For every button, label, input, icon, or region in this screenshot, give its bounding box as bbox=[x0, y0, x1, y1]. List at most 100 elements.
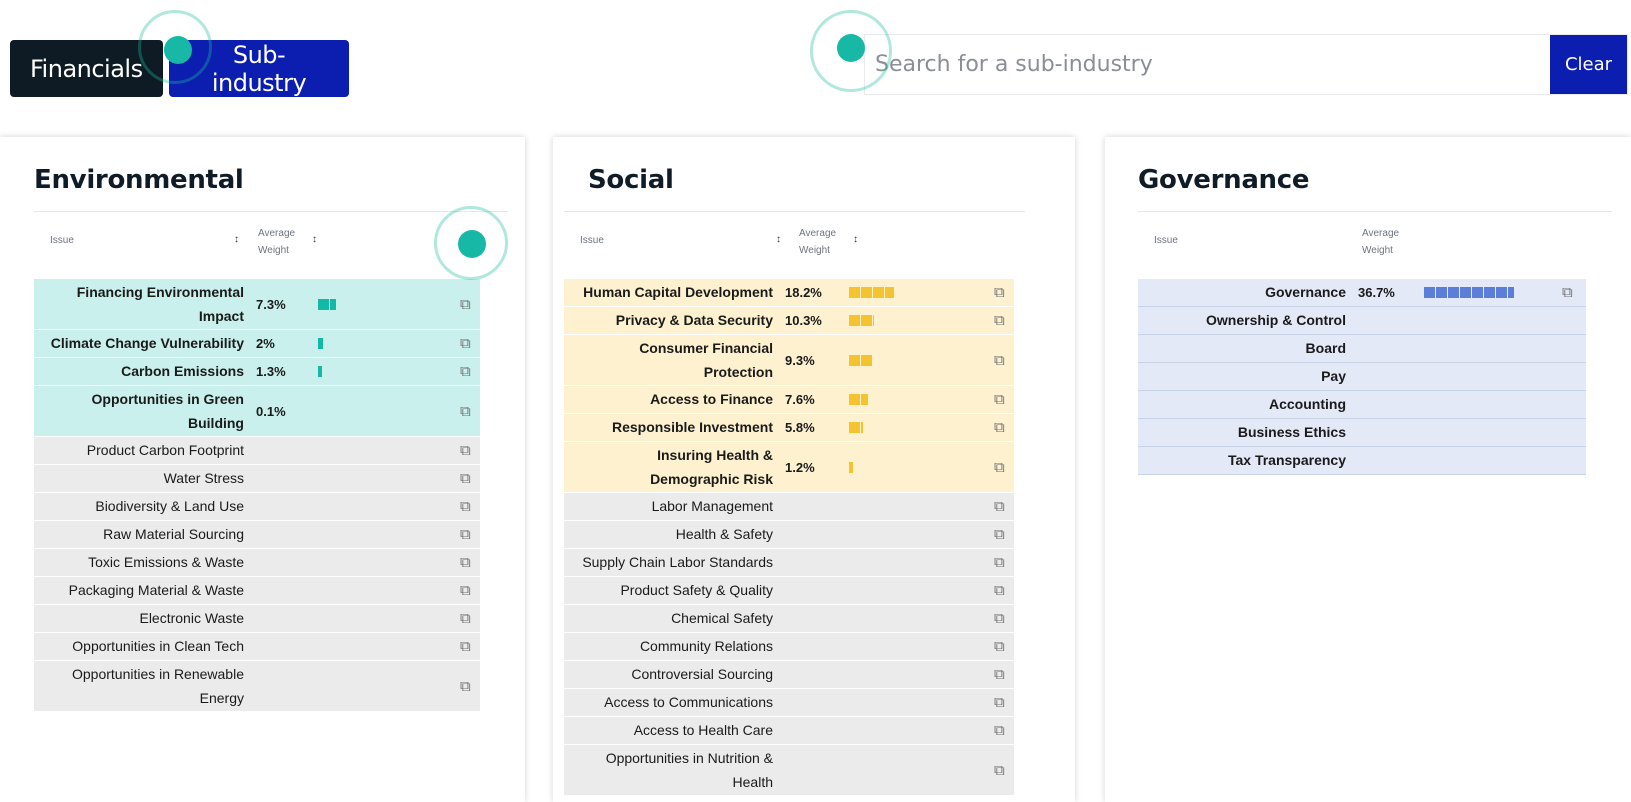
issue-row[interactable]: Health & Safety ⧉ bbox=[564, 521, 1014, 549]
issue-row[interactable]: Accounting bbox=[1138, 391, 1586, 419]
issue-row[interactable]: Water Stress ⧉ bbox=[34, 465, 480, 493]
clear-button[interactable]: Clear bbox=[1550, 35, 1627, 94]
weighted-issue-row[interactable]: Responsible Investment 5.8% ⧉ bbox=[564, 414, 1014, 442]
issue-name-line: Privacy & Data Security bbox=[615, 312, 773, 328]
external-link-icon[interactable]: ⧉ bbox=[994, 526, 1005, 543]
issue-row[interactable]: Raw Material Sourcing ⧉ bbox=[34, 521, 480, 549]
average-weight-value: 18.2% bbox=[785, 285, 822, 300]
issue-row[interactable]: Ownership & Control bbox=[1138, 307, 1586, 335]
average-weight-column-header[interactable]: Average Weight bbox=[799, 225, 836, 259]
weighted-issue-row[interactable]: Opportunities in Green Building 0.1% ⧉ bbox=[34, 386, 480, 437]
issue-row[interactable]: Supply Chain Labor Standards ⧉ bbox=[564, 549, 1014, 577]
external-link-icon[interactable]: ⧉ bbox=[994, 352, 1005, 369]
average-weight-column-header[interactable]: Average Weight bbox=[258, 225, 295, 259]
external-link-icon[interactable]: ⧉ bbox=[460, 554, 471, 571]
issue-name: Responsible Investment bbox=[564, 414, 785, 441]
weight-bar-segment bbox=[1484, 287, 1495, 298]
external-link-icon[interactable]: ⧉ bbox=[994, 459, 1005, 476]
weight-bar-segment bbox=[849, 461, 853, 473]
issue-row[interactable]: Product Carbon Footprint ⧉ bbox=[34, 437, 480, 465]
weighted-issue-row[interactable]: Privacy & Data Security 10.3% ⧉ bbox=[564, 307, 1014, 335]
weight-bar-segment bbox=[1508, 287, 1514, 298]
issue-name: Supply Chain Labor Standards bbox=[564, 549, 785, 576]
external-link-icon[interactable]: ⧉ bbox=[994, 554, 1005, 571]
issue-name-line: Electronic Waste bbox=[139, 610, 244, 626]
weighted-issue-row[interactable]: Insuring Health & Demographic Risk 1.2% ⧉ bbox=[564, 442, 1014, 493]
weighted-issue-row[interactable]: Climate Change Vulnerability 2% ⧉ bbox=[34, 330, 480, 358]
external-link-icon[interactable]: ⧉ bbox=[460, 498, 471, 515]
issue-row[interactable]: Opportunities in Renewable Energy ⧉ bbox=[34, 661, 480, 712]
sort-icon[interactable]: ↕ bbox=[312, 234, 317, 245]
weight-bar bbox=[318, 366, 322, 377]
issue-row[interactable]: Access to Communications ⧉ bbox=[564, 689, 1014, 717]
external-link-icon[interactable]: ⧉ bbox=[460, 335, 471, 352]
issue-row[interactable]: Product Safety & Quality ⧉ bbox=[564, 577, 1014, 605]
external-link-icon[interactable]: ⧉ bbox=[994, 694, 1005, 711]
issue-name: Water Stress bbox=[34, 465, 256, 492]
weighted-issue-row[interactable]: Human Capital Development 18.2% ⧉ bbox=[564, 279, 1014, 307]
issue-name-line: Toxic Emissions & Waste bbox=[88, 554, 244, 570]
issue-row[interactable]: Packaging Material & Waste ⧉ bbox=[34, 577, 480, 605]
weight-bar-segment bbox=[849, 315, 860, 326]
external-link-icon[interactable]: ⧉ bbox=[460, 678, 471, 695]
search-input[interactable] bbox=[865, 35, 1550, 94]
weighted-issue-row[interactable]: Governance 36.7% ⧉ bbox=[1138, 279, 1586, 307]
external-link-icon[interactable]: ⧉ bbox=[460, 442, 471, 459]
issue-column-header[interactable]: Issue bbox=[580, 235, 604, 246]
issue-name: Governance bbox=[1138, 279, 1358, 306]
external-link-icon[interactable]: ⧉ bbox=[994, 498, 1005, 515]
external-link-icon[interactable]: ⧉ bbox=[994, 419, 1005, 436]
issue-row[interactable]: Biodiversity & Land Use ⧉ bbox=[34, 493, 480, 521]
divider bbox=[564, 211, 1025, 212]
external-link-icon[interactable]: ⧉ bbox=[994, 638, 1005, 655]
weighted-issue-row[interactable]: Access to Finance 7.6% ⧉ bbox=[564, 386, 1014, 414]
external-link-icon[interactable]: ⧉ bbox=[994, 762, 1005, 779]
external-link-icon[interactable]: ⧉ bbox=[994, 391, 1005, 408]
issue-row[interactable]: Labor Management ⧉ bbox=[564, 493, 1014, 521]
external-link-icon[interactable]: ⧉ bbox=[994, 722, 1005, 739]
external-link-icon[interactable]: ⧉ bbox=[460, 610, 471, 627]
issue-name: Business Ethics bbox=[1138, 419, 1358, 446]
external-link-icon[interactable]: ⧉ bbox=[994, 312, 1005, 329]
sort-icon[interactable]: ↕ bbox=[234, 234, 239, 245]
issue-name: Opportunities in Green Building bbox=[34, 386, 256, 436]
sort-icon[interactable]: ↕ bbox=[776, 234, 781, 245]
external-link-icon[interactable]: ⧉ bbox=[994, 582, 1005, 599]
issue-row[interactable]: Community Relations ⧉ bbox=[564, 633, 1014, 661]
average-weight-value: 2% bbox=[256, 336, 275, 351]
weight-bar-segment bbox=[318, 298, 329, 310]
issue-row[interactable]: Tax Transparency bbox=[1138, 447, 1586, 475]
external-link-icon[interactable]: ⧉ bbox=[460, 638, 471, 655]
weight-bar-segment bbox=[1448, 287, 1459, 298]
issue-row[interactable]: Business Ethics bbox=[1138, 419, 1586, 447]
average-weight-value: 0.1% bbox=[256, 403, 286, 419]
weight-bar-segment bbox=[849, 287, 860, 298]
external-link-icon[interactable]: ⧉ bbox=[460, 582, 471, 599]
issue-row[interactable]: Board bbox=[1138, 335, 1586, 363]
issue-row[interactable]: Electronic Waste ⧉ bbox=[34, 605, 480, 633]
issue-row[interactable]: Pay bbox=[1138, 363, 1586, 391]
external-link-icon[interactable]: ⧉ bbox=[994, 666, 1005, 683]
external-link-icon[interactable]: ⧉ bbox=[460, 296, 471, 313]
issue-row[interactable]: Toxic Emissions & Waste ⧉ bbox=[34, 549, 480, 577]
issue-name-line: Labor Management bbox=[651, 498, 773, 514]
weighted-issue-row[interactable]: Consumer Financial Protection 9.3% ⧉ bbox=[564, 335, 1014, 386]
issue-name-line: Insuring Health & bbox=[657, 447, 773, 463]
external-link-icon[interactable]: ⧉ bbox=[460, 526, 471, 543]
external-link-icon[interactable]: ⧉ bbox=[1562, 284, 1573, 301]
issue-row[interactable]: Chemical Safety ⧉ bbox=[564, 605, 1014, 633]
weighted-issue-row[interactable]: Financing Environmental Impact 7.3% ⧉ bbox=[34, 279, 480, 330]
external-link-icon[interactable]: ⧉ bbox=[460, 403, 471, 420]
issue-row[interactable]: Opportunities in Clean Tech ⧉ bbox=[34, 633, 480, 661]
weighted-issue-row[interactable]: Carbon Emissions 1.3% ⧉ bbox=[34, 358, 480, 386]
issue-name: Community Relations bbox=[564, 633, 785, 660]
issue-column-header[interactable]: Issue bbox=[50, 235, 74, 246]
issue-row[interactable]: Access to Health Care ⧉ bbox=[564, 717, 1014, 745]
external-link-icon[interactable]: ⧉ bbox=[460, 363, 471, 380]
issue-row[interactable]: Controversial Sourcing ⧉ bbox=[564, 661, 1014, 689]
issue-row[interactable]: Opportunities in Nutrition & Health ⧉ bbox=[564, 745, 1014, 796]
external-link-icon[interactable]: ⧉ bbox=[994, 284, 1005, 301]
external-link-icon[interactable]: ⧉ bbox=[994, 610, 1005, 627]
sort-icon[interactable]: ↕ bbox=[853, 234, 858, 245]
external-link-icon[interactable]: ⧉ bbox=[460, 470, 471, 487]
